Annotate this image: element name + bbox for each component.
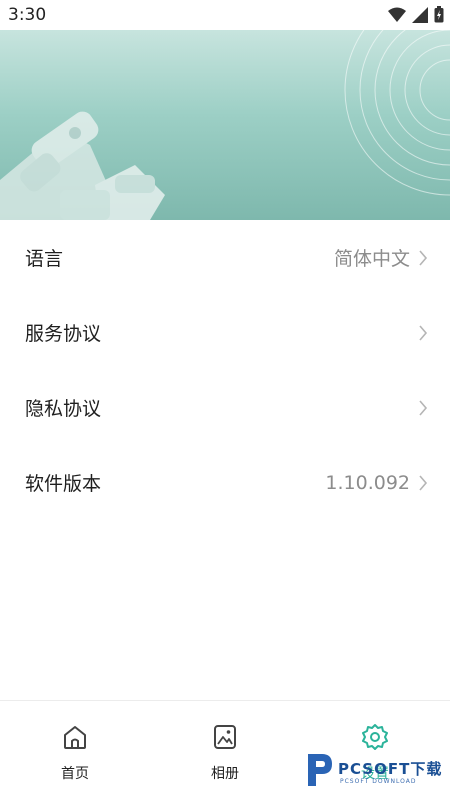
settings-list: 语言 简体中文 服务协议 隐私协议 软件版本 1.10.092 bbox=[0, 220, 450, 520]
tab-album[interactable]: 相册 bbox=[150, 701, 300, 801]
watermark-text: PCSOFT下载 bbox=[338, 760, 443, 778]
status-bar: 3:30 bbox=[0, 0, 450, 30]
chevron-right-icon bbox=[419, 399, 428, 416]
album-icon bbox=[214, 725, 236, 749]
tab-label: 相册 bbox=[211, 766, 239, 782]
signal-icon bbox=[412, 6, 428, 23]
settings-item-label: 隐私协议 bbox=[25, 398, 102, 420]
watermark-subtext: PCSOFT DOWNLOAD bbox=[340, 778, 417, 785]
settings-item-label: 语言 bbox=[25, 248, 64, 270]
battery-icon bbox=[434, 6, 444, 23]
status-time: 3:30 bbox=[8, 5, 47, 25]
hero-banner bbox=[0, 30, 450, 220]
banner-illustration bbox=[0, 30, 450, 220]
settings-item-language[interactable]: 语言 简体中文 bbox=[0, 220, 450, 295]
device-illustration bbox=[0, 111, 165, 220]
status-icons bbox=[388, 6, 444, 23]
settings-gear-icon bbox=[362, 724, 388, 750]
watermark-logo bbox=[308, 754, 332, 786]
settings-item-service-agreement[interactable]: 服务协议 bbox=[0, 295, 450, 370]
settings-item-privacy-agreement[interactable]: 隐私协议 bbox=[0, 370, 450, 445]
home-icon bbox=[64, 726, 86, 749]
version-value: 1.10.092 bbox=[325, 471, 410, 494]
watermark: PCSOFT下载 PCSOFT DOWNLOAD bbox=[304, 750, 444, 790]
tab-label: 首页 bbox=[61, 766, 89, 782]
settings-item-label: 服务协议 bbox=[25, 323, 102, 345]
settings-item-label: 软件版本 bbox=[25, 473, 102, 495]
tab-home[interactable]: 首页 bbox=[0, 701, 150, 801]
chevron-right-icon bbox=[419, 474, 428, 491]
chevron-right-icon bbox=[419, 324, 428, 341]
language-value: 简体中文 bbox=[333, 248, 410, 270]
wifi-icon bbox=[388, 7, 406, 22]
settings-item-software-version[interactable]: 软件版本 1.10.092 bbox=[0, 445, 450, 520]
chevron-right-icon bbox=[419, 249, 428, 266]
